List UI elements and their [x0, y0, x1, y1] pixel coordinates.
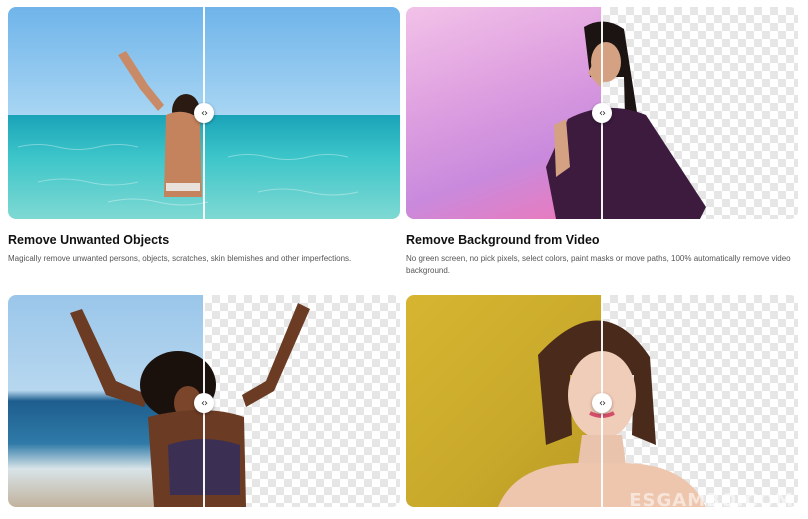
before-after-comparison[interactable]: ‹›: [406, 295, 798, 507]
chevron-left-right-icon[interactable]: ‹›: [592, 393, 612, 413]
card-description: No green screen, no pick pixels, select …: [406, 254, 791, 275]
feature-card-remove-video-bg: ‹› Remove Background from Video No green…: [406, 7, 798, 277]
card-title: Remove Background from Video: [406, 233, 600, 247]
feature-card-portrait: ‹›: [406, 295, 798, 507]
feature-card-beach-woman: ‹›: [8, 295, 400, 507]
before-after-comparison[interactable]: ‹›: [8, 7, 400, 219]
before-after-comparison[interactable]: ‹›: [406, 7, 798, 219]
chevron-left-right-icon[interactable]: ‹›: [194, 393, 214, 413]
card-description: Magically remove unwanted persons, objec…: [8, 254, 352, 263]
chevron-left-right-icon[interactable]: ‹›: [592, 103, 612, 123]
card-title: Remove Unwanted Objects: [8, 233, 170, 247]
watermark: ESGAMBO.COM: [629, 490, 794, 511]
feature-card-remove-objects: ‹› Remove Unwanted Objects Magically rem…: [8, 7, 400, 265]
chevron-left-right-icon[interactable]: ‹›: [194, 103, 214, 123]
before-after-comparison[interactable]: ‹›: [8, 295, 400, 507]
